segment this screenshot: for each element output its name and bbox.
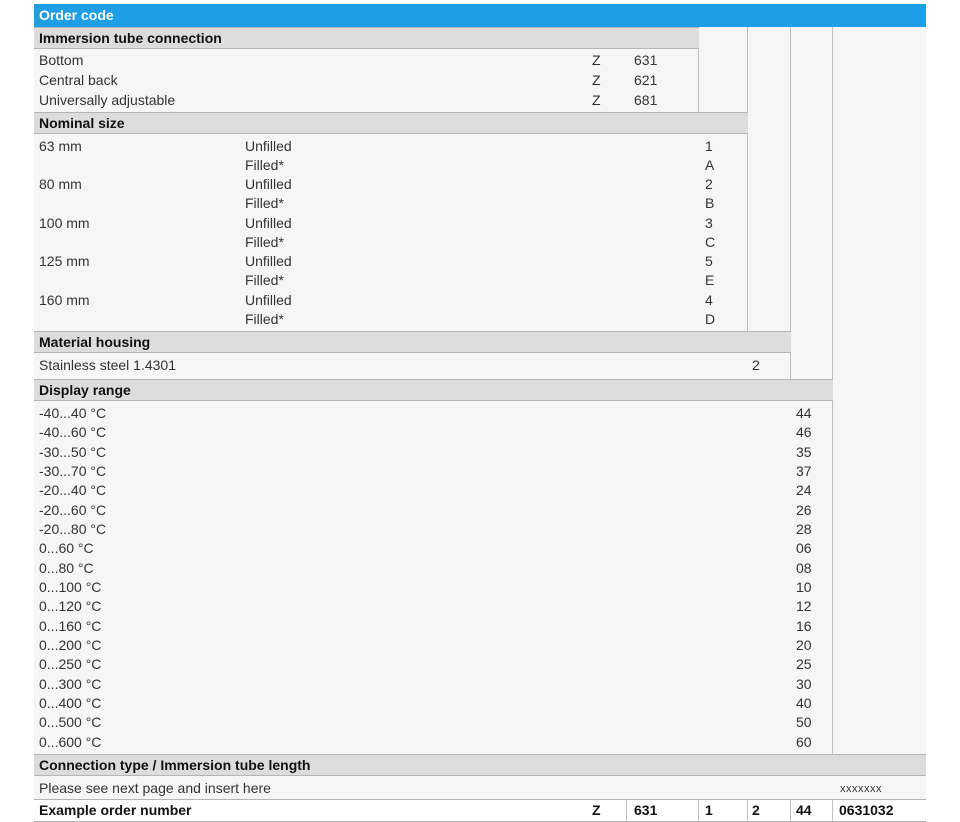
nominal-code: C — [705, 234, 716, 250]
immersion-code: 631 — [634, 52, 658, 68]
display-range-code: 24 — [796, 482, 812, 498]
nominal-fill: Unfilled — [245, 292, 292, 308]
nominal-fill: Unfilled — [245, 215, 292, 231]
example-letter: Z — [592, 802, 601, 818]
display-range-code: 30 — [796, 676, 812, 692]
nominal-fill: Filled* — [245, 272, 284, 288]
order-code-table: Order code Immersion tube connection Nom… — [34, 4, 926, 822]
immersion-label: Central back — [39, 72, 118, 88]
example-range-code: 44 — [796, 802, 812, 818]
material-label: Stainless steel 1.4301 — [39, 357, 176, 373]
nominal-code: E — [705, 272, 715, 288]
display-range-value: -20...80 °C — [39, 521, 107, 537]
display-range-code: 20 — [796, 637, 812, 653]
nominal-fill: Filled* — [245, 311, 284, 327]
display-range-value: 0...120 °C — [39, 598, 102, 614]
example-length-code: 0631032 — [839, 802, 894, 818]
display-range-value: 0...600 °C — [39, 734, 102, 750]
display-range-value: 0...500 °C — [39, 714, 102, 730]
nominal-fill: Filled* — [245, 157, 284, 173]
nominal-fill: Unfilled — [245, 176, 292, 192]
display-range-header: Display range — [34, 379, 833, 401]
immersion-label: Bottom — [39, 52, 84, 68]
display-range-value: -30...70 °C — [39, 463, 107, 479]
nominal-fill: Filled* — [245, 195, 284, 211]
display-range-value: 0...80 °C — [39, 560, 94, 576]
column-divider — [747, 799, 748, 822]
display-range-value: 0...200 °C — [39, 637, 102, 653]
display-range-value: 0...60 °C — [39, 540, 94, 556]
display-range-value: -40...60 °C — [39, 424, 107, 440]
example-connection-code: 631 — [634, 802, 658, 818]
column-divider — [698, 799, 699, 822]
display-range-value: 0...250 °C — [39, 656, 102, 672]
display-range-code: 12 — [796, 598, 812, 614]
display-range-code: 50 — [796, 714, 812, 730]
display-range-value: -30...50 °C — [39, 444, 107, 460]
column-divider — [790, 27, 791, 379]
display-range-code: 44 — [796, 405, 812, 421]
nominal-size-label: 80 mm — [39, 176, 82, 192]
display-range-code: 26 — [796, 502, 812, 518]
nominal-code: 5 — [705, 253, 713, 269]
immersion-tube-header: Immersion tube connection — [34, 27, 699, 49]
connection-placeholder-code: xxxxxxx — [840, 783, 882, 795]
nominal-size-label: 160 mm — [39, 292, 90, 308]
display-range-value: 0...160 °C — [39, 618, 102, 634]
connection-note: Please see next page and insert here — [39, 780, 271, 796]
display-range-code: 28 — [796, 521, 812, 537]
display-range-code: 06 — [796, 540, 812, 556]
nominal-size-label: 63 mm — [39, 138, 82, 154]
display-range-code: 60 — [796, 734, 812, 750]
nominal-size-header: Nominal size — [34, 112, 748, 134]
nominal-code: B — [705, 195, 715, 211]
nominal-fill: Unfilled — [245, 253, 292, 269]
display-range-code: 25 — [796, 656, 812, 672]
order-code-title: Order code — [34, 4, 926, 27]
display-range-code: 46 — [796, 424, 812, 440]
immersion-label: Universally adjustable — [39, 92, 176, 108]
column-divider — [626, 799, 627, 822]
nominal-code: A — [705, 157, 715, 173]
nominal-code: 3 — [705, 215, 713, 231]
immersion-letter: Z — [592, 92, 601, 108]
display-range-value: -40...40 °C — [39, 405, 107, 421]
display-range-code: 10 — [796, 579, 812, 595]
connection-type-header: Connection type / Immersion tube length — [34, 754, 926, 776]
nominal-fill: Unfilled — [245, 138, 292, 154]
example-order-label: Example order number — [39, 802, 192, 818]
nominal-size-label: 125 mm — [39, 253, 90, 269]
display-range-code: 16 — [796, 618, 812, 634]
column-divider — [832, 799, 833, 822]
nominal-fill: Filled* — [245, 234, 284, 250]
nominal-code: 2 — [705, 176, 713, 192]
example-size-code: 1 — [705, 802, 713, 818]
material-housing-header: Material housing — [34, 331, 791, 353]
column-divider — [790, 799, 791, 822]
immersion-code: 681 — [634, 92, 658, 108]
display-range-value: 0...100 °C — [39, 579, 102, 595]
display-range-code: 08 — [796, 560, 812, 576]
immersion-letter: Z — [592, 72, 601, 88]
nominal-code: 1 — [705, 138, 713, 154]
column-divider — [747, 27, 748, 331]
display-range-value: 0...300 °C — [39, 676, 102, 692]
display-range-code: 37 — [796, 463, 812, 479]
display-range-value: -20...40 °C — [39, 482, 107, 498]
immersion-code: 621 — [634, 72, 658, 88]
display-range-code: 35 — [796, 444, 812, 460]
display-range-value: -20...60 °C — [39, 502, 107, 518]
display-range-value: 0...400 °C — [39, 695, 102, 711]
example-material-code: 2 — [752, 802, 760, 818]
nominal-code: D — [705, 311, 716, 327]
nominal-code: 4 — [705, 292, 713, 308]
immersion-letter: Z — [592, 52, 601, 68]
material-code: 2 — [752, 357, 760, 373]
nominal-size-label: 100 mm — [39, 215, 90, 231]
display-range-code: 40 — [796, 695, 812, 711]
